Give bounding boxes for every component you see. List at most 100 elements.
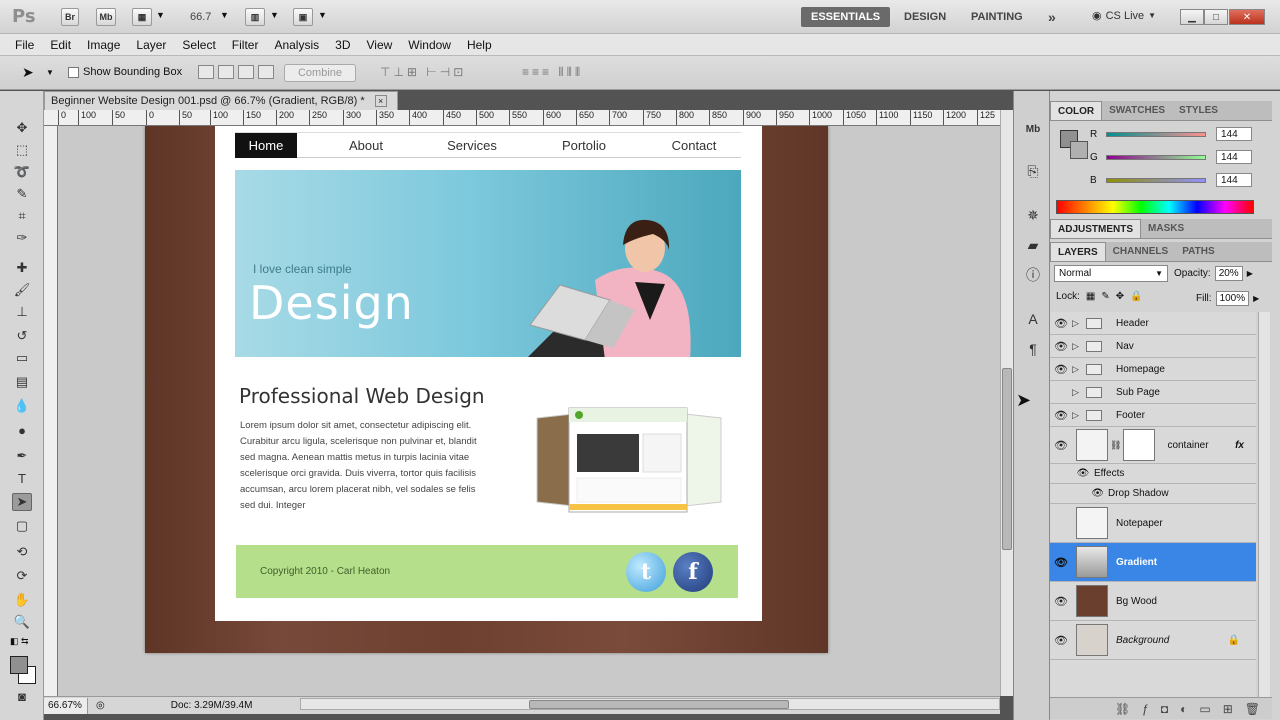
visibility-eye-icon[interactable]: 👁	[1050, 634, 1072, 647]
default-colors-icon[interactable]: ◧ ⇆	[10, 636, 29, 647]
visibility-eye-icon[interactable]: 👁	[1050, 386, 1072, 399]
navigator-icon[interactable]: ✵	[1023, 205, 1043, 225]
character-icon[interactable]: A	[1023, 309, 1043, 329]
blue-track[interactable]	[1106, 177, 1206, 183]
expand-triangle-icon[interactable]: ▷	[1072, 341, 1086, 352]
menu-layer[interactable]: Layer	[128, 38, 174, 52]
quick-selection-tool-icon[interactable]: ✎	[12, 185, 32, 203]
effects-eye-icon[interactable]: 👁	[1072, 468, 1094, 479]
lock-pixels-icon[interactable]: ✎	[1101, 291, 1109, 302]
vertical-scroll-thumb[interactable]	[1002, 368, 1012, 550]
adjustment-layer-icon[interactable]: ◐	[1180, 702, 1187, 716]
clone-stamp-tool-icon[interactable]: ⊥	[12, 303, 32, 321]
workspace-design[interactable]: DESIGN	[894, 7, 956, 27]
pen-tool-icon[interactable]: ✒	[12, 447, 32, 465]
brush-tool-icon[interactable]: 🖌	[12, 281, 32, 299]
subtract-shape-icon[interactable]	[218, 65, 234, 79]
cs-live-menu[interactable]: ◉ CS Live ▼	[1092, 9, 1156, 23]
expand-triangle-icon[interactable]: ▷	[1072, 364, 1086, 375]
workspace-painting[interactable]: PAINTING	[961, 7, 1033, 27]
zoom-level[interactable]: 66.7	[190, 11, 211, 23]
horizontal-scrollbar[interactable]	[300, 698, 1000, 710]
tab-masks[interactable]: MASKS	[1141, 219, 1191, 238]
tab-paths[interactable]: PATHS	[1175, 242, 1221, 261]
tab-color[interactable]: COLOR	[1050, 101, 1103, 120]
layer-gradient[interactable]: 👁 Gradient	[1050, 543, 1256, 582]
color-spectrum[interactable]	[1056, 200, 1254, 214]
link-layers-icon[interactable]: ⛓	[1115, 702, 1130, 716]
red-value[interactable]: 144	[1216, 127, 1252, 141]
layers-scrollbar[interactable]	[1258, 312, 1270, 704]
screen-mode-icon[interactable]: ▣	[293, 8, 313, 26]
blur-tool-icon[interactable]: 💧	[12, 397, 32, 415]
history-brush-tool-icon[interactable]: ↺	[12, 327, 32, 345]
menu-view[interactable]: View	[358, 38, 400, 52]
align-icons[interactable]: ⊤⊥⊞ ⊢⊣⊡	[380, 65, 466, 79]
menu-filter[interactable]: Filter	[224, 38, 267, 52]
add-shape-area-icon[interactable]	[198, 65, 214, 79]
chevron-down-icon[interactable]: ▼	[318, 10, 327, 20]
tab-channels[interactable]: CHANNELS	[1106, 242, 1176, 261]
opacity-slider-arrow-icon[interactable]: ▶	[1247, 269, 1253, 278]
expand-triangle-icon[interactable]: ▷	[1072, 387, 1086, 398]
background-color-swatch[interactable]	[1070, 141, 1088, 159]
status-info-icon[interactable]: ◎	[96, 700, 105, 711]
blend-mode-select[interactable]: Normal ▼	[1054, 265, 1168, 282]
green-value[interactable]: 144	[1216, 150, 1252, 164]
lasso-tool-icon[interactable]: ➰	[12, 163, 32, 181]
eraser-tool-icon[interactable]: ▭	[12, 349, 32, 367]
path-selection-tool-icon[interactable]: ➤	[12, 493, 32, 511]
minimize-button[interactable]: ▁	[1180, 9, 1204, 25]
lock-all-icon[interactable]: 🔒	[1130, 291, 1142, 302]
tab-adjustments[interactable]: ADJUSTMENTS	[1050, 219, 1142, 238]
drop-shadow-eye-icon[interactable]: 👁	[1072, 488, 1108, 499]
layer-container[interactable]: 👁 ⛓ container fx	[1050, 427, 1256, 464]
fill-field[interactable]: 100%	[1215, 291, 1250, 306]
visibility-eye-icon[interactable]: 👁	[1050, 317, 1072, 330]
dodge-tool-icon[interactable]: ●	[12, 421, 32, 439]
close-icon[interactable]: ×	[374, 95, 387, 107]
visibility-eye-icon[interactable]: 👁	[1050, 556, 1072, 569]
add-mask-icon[interactable]: ◘	[1161, 702, 1168, 716]
lock-transparency-icon[interactable]: ▦	[1086, 291, 1095, 302]
layer-group-homepage[interactable]: 👁 ▷ Homepage	[1050, 358, 1256, 381]
lock-position-icon[interactable]: ✥	[1116, 291, 1124, 302]
menu-window[interactable]: Window	[400, 38, 459, 52]
horizontal-scroll-thumb[interactable]	[529, 700, 789, 709]
fx-icon[interactable]: fx	[1235, 440, 1244, 451]
paragraph-icon[interactable]: ¶	[1023, 339, 1043, 359]
opacity-field[interactable]: 20%	[1214, 266, 1243, 281]
3d-orbit-tool-icon[interactable]: ⟳	[12, 567, 32, 585]
layer-drop-shadow[interactable]: 👁 Drop Shadow	[1050, 484, 1256, 504]
chevron-down-icon[interactable]: ▼	[46, 68, 54, 77]
maximize-button[interactable]: □	[1204, 9, 1228, 25]
healing-brush-tool-icon[interactable]: ✚	[12, 259, 32, 277]
menu-image[interactable]: Image	[79, 38, 128, 52]
more-workspaces-icon[interactable]: »	[1038, 7, 1066, 27]
red-track[interactable]	[1106, 131, 1206, 137]
chevron-down-icon[interactable]: ▼	[220, 10, 229, 20]
green-slider[interactable]: G 144	[1090, 148, 1260, 166]
layer-group-footer[interactable]: 👁 ▷ Footer	[1050, 404, 1256, 427]
tab-layers[interactable]: LAYERS	[1050, 242, 1106, 261]
arrange-documents-icon[interactable]: ▥	[245, 8, 265, 26]
hand-tool-icon[interactable]: ✋	[12, 591, 32, 609]
menu-edit[interactable]: Edit	[42, 38, 79, 52]
close-window-button[interactable]: ✕	[1229, 9, 1265, 25]
mini-bridge-button[interactable]: Mb	[96, 8, 116, 26]
marquee-tool-icon[interactable]: ⬚	[12, 141, 32, 159]
visibility-eye-icon[interactable]: 👁	[1050, 340, 1072, 353]
exclude-shape-icon[interactable]	[258, 65, 274, 79]
menu-select[interactable]: Select	[174, 38, 223, 52]
menu-file[interactable]: File	[7, 38, 42, 52]
status-zoom-field[interactable]: 66.67%	[44, 697, 88, 714]
crop-tool-icon[interactable]: ⌗	[12, 207, 32, 225]
type-tool-icon[interactable]: T	[12, 469, 32, 487]
rectangle-tool-icon[interactable]: ▢	[12, 517, 32, 535]
layer-notepaper[interactable]: 👁 Notepaper	[1050, 504, 1256, 543]
new-group-icon[interactable]: ▭	[1199, 702, 1210, 716]
visibility-eye-icon[interactable]: 👁	[1050, 409, 1072, 422]
quick-mask-icon[interactable]: ◙	[12, 687, 32, 705]
blue-slider[interactable]: B 144	[1090, 171, 1260, 189]
path-selection-tool-icon[interactable]: ➤	[22, 64, 34, 81]
